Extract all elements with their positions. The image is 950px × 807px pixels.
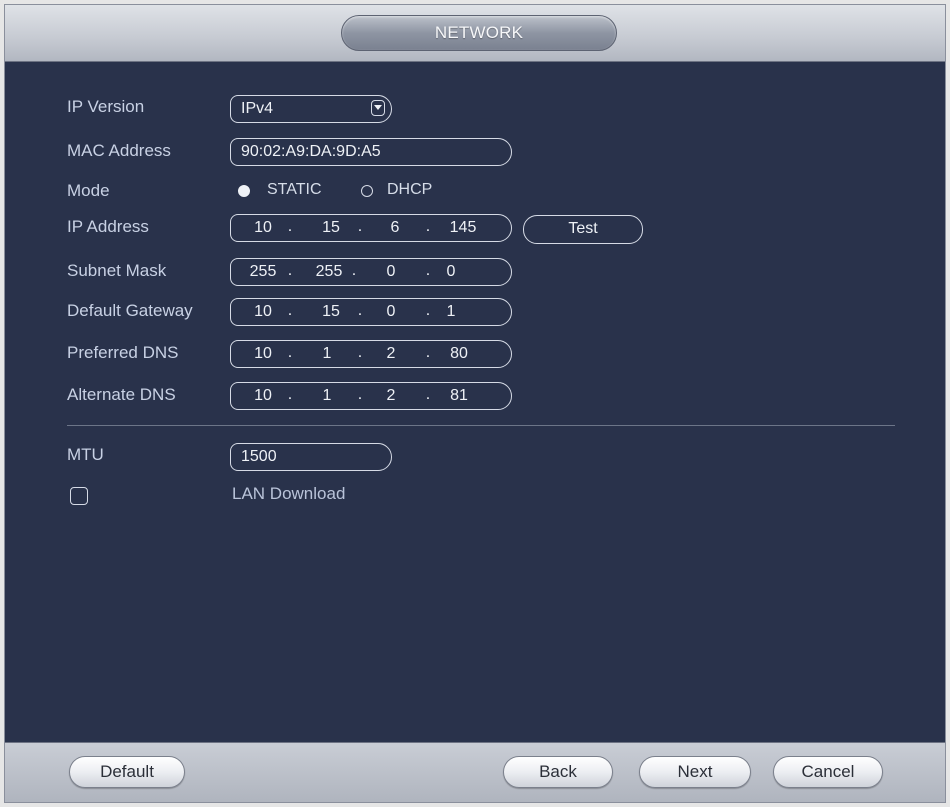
octet-separator: . [425, 386, 431, 403]
lan-download-label: LAN Download [232, 484, 346, 503]
network-form: IP Version IPv4 MAC Address 90:02:A9:DA:… [5, 61, 945, 741]
mtu-value: 1500 [241, 448, 277, 465]
ip-octet-4[interactable]: 145 [443, 215, 483, 241]
mode-label: Mode [67, 181, 110, 200]
radio-dhcp[interactable] [361, 185, 373, 197]
adns-octet-4[interactable]: 81 [439, 383, 479, 409]
radio-static-label: STATIC [267, 181, 322, 198]
default-gateway-label: Default Gateway [67, 301, 193, 320]
network-dialog: NETWORK IP Version IPv4 MAC Address 90:0… [4, 4, 946, 803]
pdns-octet-2[interactable]: 1 [307, 341, 347, 367]
adns-octet-2[interactable]: 1 [307, 383, 347, 409]
octet-separator: . [357, 302, 363, 319]
mac-address-value: 90:02:A9:DA:9D:A5 [241, 143, 381, 160]
mac-address-label: MAC Address [67, 141, 171, 160]
octet-separator: . [351, 262, 357, 279]
octet-separator: . [357, 386, 363, 403]
octet-separator: . [287, 344, 293, 361]
ip-address-field[interactable]: 10 . 15 . 6 . 145 [230, 214, 512, 242]
button-bar: Default Back Next Cancel [5, 742, 945, 802]
subnet-octet-1[interactable]: 255 [243, 259, 283, 285]
chevron-down-icon[interactable] [371, 100, 385, 116]
default-button[interactable]: Default [69, 756, 185, 788]
subnet-octet-4[interactable]: 0 [431, 259, 471, 285]
back-button[interactable]: Back [503, 756, 613, 788]
gateway-octet-4[interactable]: 1 [431, 299, 471, 325]
ip-octet-1[interactable]: 10 [243, 215, 283, 241]
subnet-octet-3[interactable]: 0 [371, 259, 411, 285]
octet-separator: . [287, 386, 293, 403]
ip-address-label: IP Address [67, 217, 149, 236]
ip-octet-3[interactable]: 6 [375, 215, 415, 241]
octet-separator: . [357, 344, 363, 361]
ip-version-label: IP Version [67, 97, 145, 116]
subnet-mask-field[interactable]: 255 . 255 . 0 . 0 [230, 258, 512, 286]
octet-separator: . [287, 218, 293, 235]
radio-static[interactable] [238, 185, 250, 197]
pdns-octet-3[interactable]: 2 [371, 341, 411, 367]
octet-separator: . [287, 262, 293, 279]
gateway-octet-2[interactable]: 15 [311, 299, 351, 325]
dialog-title: NETWORK [341, 15, 617, 51]
ip-version-value: IPv4 [241, 100, 274, 117]
octet-separator: . [425, 218, 431, 235]
section-divider [67, 425, 895, 426]
preferred-dns-field[interactable]: 10 . 1 . 2 . 80 [230, 340, 512, 368]
ip-version-select[interactable]: IPv4 [230, 95, 392, 123]
alternate-dns-label: Alternate DNS [67, 385, 176, 404]
mac-address-field: 90:02:A9:DA:9D:A5 [230, 138, 512, 166]
gateway-octet-3[interactable]: 0 [371, 299, 411, 325]
adns-octet-1[interactable]: 10 [243, 383, 283, 409]
title-bar: NETWORK [5, 5, 945, 62]
pdns-octet-4[interactable]: 80 [439, 341, 479, 367]
radio-dhcp-label: DHCP [387, 181, 433, 198]
next-button[interactable]: Next [639, 756, 751, 788]
cancel-button[interactable]: Cancel [773, 756, 883, 788]
default-gateway-field[interactable]: 10 . 15 . 0 . 1 [230, 298, 512, 326]
subnet-octet-2[interactable]: 255 [309, 259, 349, 285]
lan-download-checkbox[interactable] [70, 487, 88, 505]
preferred-dns-label: Preferred DNS [67, 343, 179, 362]
alternate-dns-field[interactable]: 10 . 1 . 2 . 81 [230, 382, 512, 410]
gateway-octet-1[interactable]: 10 [243, 299, 283, 325]
test-button[interactable]: Test [523, 215, 643, 244]
subnet-mask-label: Subnet Mask [67, 261, 167, 280]
octet-separator: . [287, 302, 293, 319]
adns-octet-3[interactable]: 2 [371, 383, 411, 409]
octet-separator: . [357, 218, 363, 235]
ip-octet-2[interactable]: 15 [311, 215, 351, 241]
octet-separator: . [425, 344, 431, 361]
pdns-octet-1[interactable]: 10 [243, 341, 283, 367]
mtu-field[interactable]: 1500 [230, 443, 392, 471]
mtu-label: MTU [67, 445, 104, 464]
